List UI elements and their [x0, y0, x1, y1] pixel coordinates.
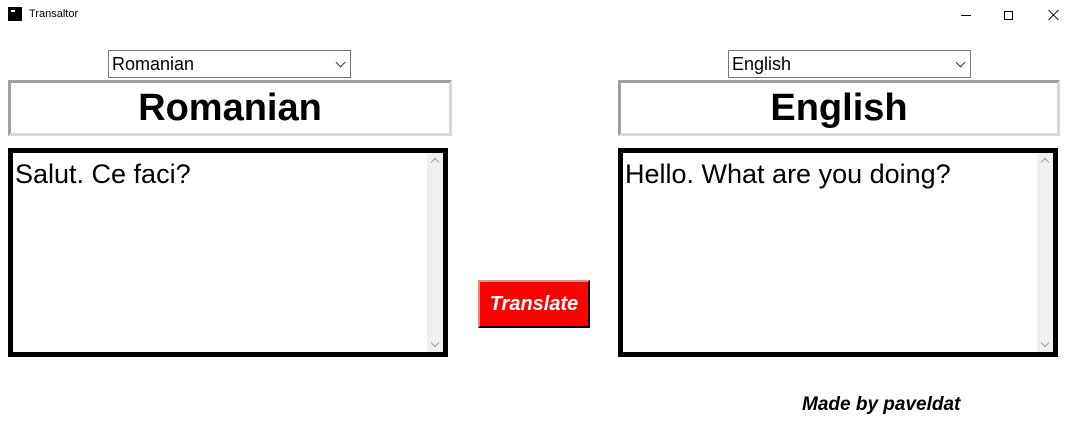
scroll-down-icon[interactable]	[1040, 338, 1050, 348]
target-language-value: English	[732, 54, 792, 74]
window-title: Transaltor	[29, 8, 79, 20]
source-language-select[interactable]: Romanian	[108, 50, 351, 78]
translator-window: Transaltor Romanian English Romanian Eng…	[0, 0, 1073, 428]
app-icon	[8, 7, 22, 21]
target-language-select[interactable]: English	[728, 50, 971, 78]
close-icon	[1048, 9, 1060, 21]
chevron-down-icon	[335, 57, 346, 68]
source-text-area[interactable]: Salut. Ce faci?	[8, 148, 448, 357]
title-bar: Transaltor	[0, 0, 1073, 30]
minimize-button[interactable]	[943, 0, 989, 30]
close-button[interactable]	[1031, 0, 1073, 30]
target-text: Hello. What are you doing?	[625, 159, 951, 189]
target-text-area[interactable]: Hello. What are you doing?	[618, 148, 1058, 357]
source-language-heading: Romanian	[8, 80, 452, 136]
chevron-down-icon	[955, 57, 966, 68]
translate-button[interactable]: Translate	[478, 280, 590, 328]
maximize-icon	[1003, 10, 1013, 20]
scroll-up-icon[interactable]	[430, 157, 440, 167]
maximize-button[interactable]	[985, 0, 1031, 30]
source-language-value: Romanian	[112, 54, 195, 74]
target-scrollbar[interactable]	[1037, 153, 1053, 352]
minimize-icon	[961, 14, 971, 16]
scroll-up-icon[interactable]	[1040, 157, 1050, 167]
source-text: Salut. Ce faci?	[15, 159, 191, 189]
scroll-down-icon[interactable]	[430, 338, 440, 348]
source-scrollbar[interactable]	[427, 153, 443, 352]
credit-label: Made by paveldat	[802, 394, 961, 415]
target-language-heading: English	[618, 80, 1060, 136]
